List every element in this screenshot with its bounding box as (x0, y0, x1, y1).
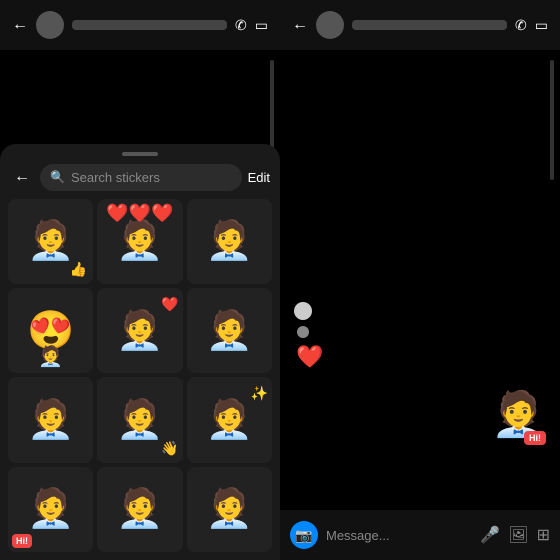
sticker-panel: ← 🔍 Search stickers Edit 🧑‍💼 👍 🧑‍💼 ❤️❤️❤… (0, 144, 280, 560)
reaction-dot-2 (297, 326, 309, 338)
sticker-grid: 🧑‍💼 👍 🧑‍💼 ❤️❤️❤️ 🧑‍💼 😍 🧑‍💼 🧑‍💼 ❤️ (0, 199, 280, 560)
reaction-dots: ❤️ (294, 302, 323, 370)
image-icon[interactable]: 🖼 (508, 525, 528, 545)
sticker-item-5[interactable]: 🧑‍💼 ❤️ (97, 288, 182, 373)
reaction-dot-1 (294, 302, 312, 320)
sticker-panel-handle[interactable] (122, 152, 158, 156)
heart-reaction: ❤️ (296, 344, 323, 370)
sticker-edit-button[interactable]: Edit (248, 170, 270, 185)
gif-icon[interactable]: ⊞ (537, 525, 550, 545)
search-icon: 🔍 (50, 170, 65, 184)
message-bar: 📷 Message... 🎤 🖼 ⊞ (280, 510, 560, 560)
sticker-item-7[interactable]: 🧑‍💼 (8, 377, 93, 462)
sticker-item-1[interactable]: 🧑‍💼 👍 (8, 199, 93, 284)
sticker-item-4[interactable]: 😍 🧑‍💼 (8, 288, 93, 373)
sticker-search-bar: ← 🔍 Search stickers Edit (0, 164, 280, 191)
right-chat-area: ❤️ 🧑‍💼 Hi! (280, 50, 560, 510)
left-avatar (36, 11, 64, 39)
left-video-icon[interactable]: ▭ (255, 17, 268, 34)
left-username (72, 20, 227, 30)
camera-button[interactable]: 📷 (290, 521, 318, 549)
sticker-item-8[interactable]: 🧑‍💼 👋 (97, 377, 182, 462)
sticker-item-11[interactable]: 🧑‍💼 (97, 467, 182, 552)
hi-badge: Hi! (12, 534, 32, 548)
left-top-bar: ← ✆ ▭ (0, 0, 280, 50)
mic-icon[interactable]: 🎤 (480, 525, 500, 545)
sticker-search-input-wrap[interactable]: 🔍 Search stickers (40, 164, 242, 191)
right-scrollbar[interactable] (550, 60, 554, 180)
right-phone-icon[interactable]: ✆ (515, 17, 527, 34)
sticker-item-3[interactable]: 🧑‍💼 (187, 199, 272, 284)
right-avatar (316, 11, 344, 39)
right-panel: ← ✆ ▭ ❤️ 🧑‍💼 Hi! 📷 Message... 🎤 🖼 ⊞ (280, 0, 560, 560)
message-input[interactable]: Message... (326, 528, 472, 543)
right-top-bar: ← ✆ ▭ (280, 0, 560, 50)
sticker-item-2[interactable]: 🧑‍💼 ❤️❤️❤️ (97, 199, 182, 284)
right-video-icon[interactable]: ▭ (535, 17, 548, 34)
sticker-item-6[interactable]: 🧑‍💼 (187, 288, 272, 373)
sticker-item-10[interactable]: 🧑‍💼 Hi! (8, 467, 93, 552)
right-hi-badge: Hi! (524, 431, 546, 445)
sticker-search-placeholder: Search stickers (71, 170, 160, 185)
left-phone-icon[interactable]: ✆ (235, 17, 247, 34)
sticker-back-button[interactable]: ← (10, 164, 34, 190)
left-panel: ← ✆ ▭ ← 🔍 Search stickers Edit 🧑‍💼 👍 (0, 0, 280, 560)
right-back-button[interactable]: ← (292, 16, 308, 34)
right-username (352, 20, 507, 30)
sticker-item-12[interactable]: 🧑‍💼 (187, 467, 272, 552)
sticker-item-9[interactable]: 🧑‍💼 ✨ (187, 377, 272, 462)
left-back-button[interactable]: ← (12, 16, 28, 34)
